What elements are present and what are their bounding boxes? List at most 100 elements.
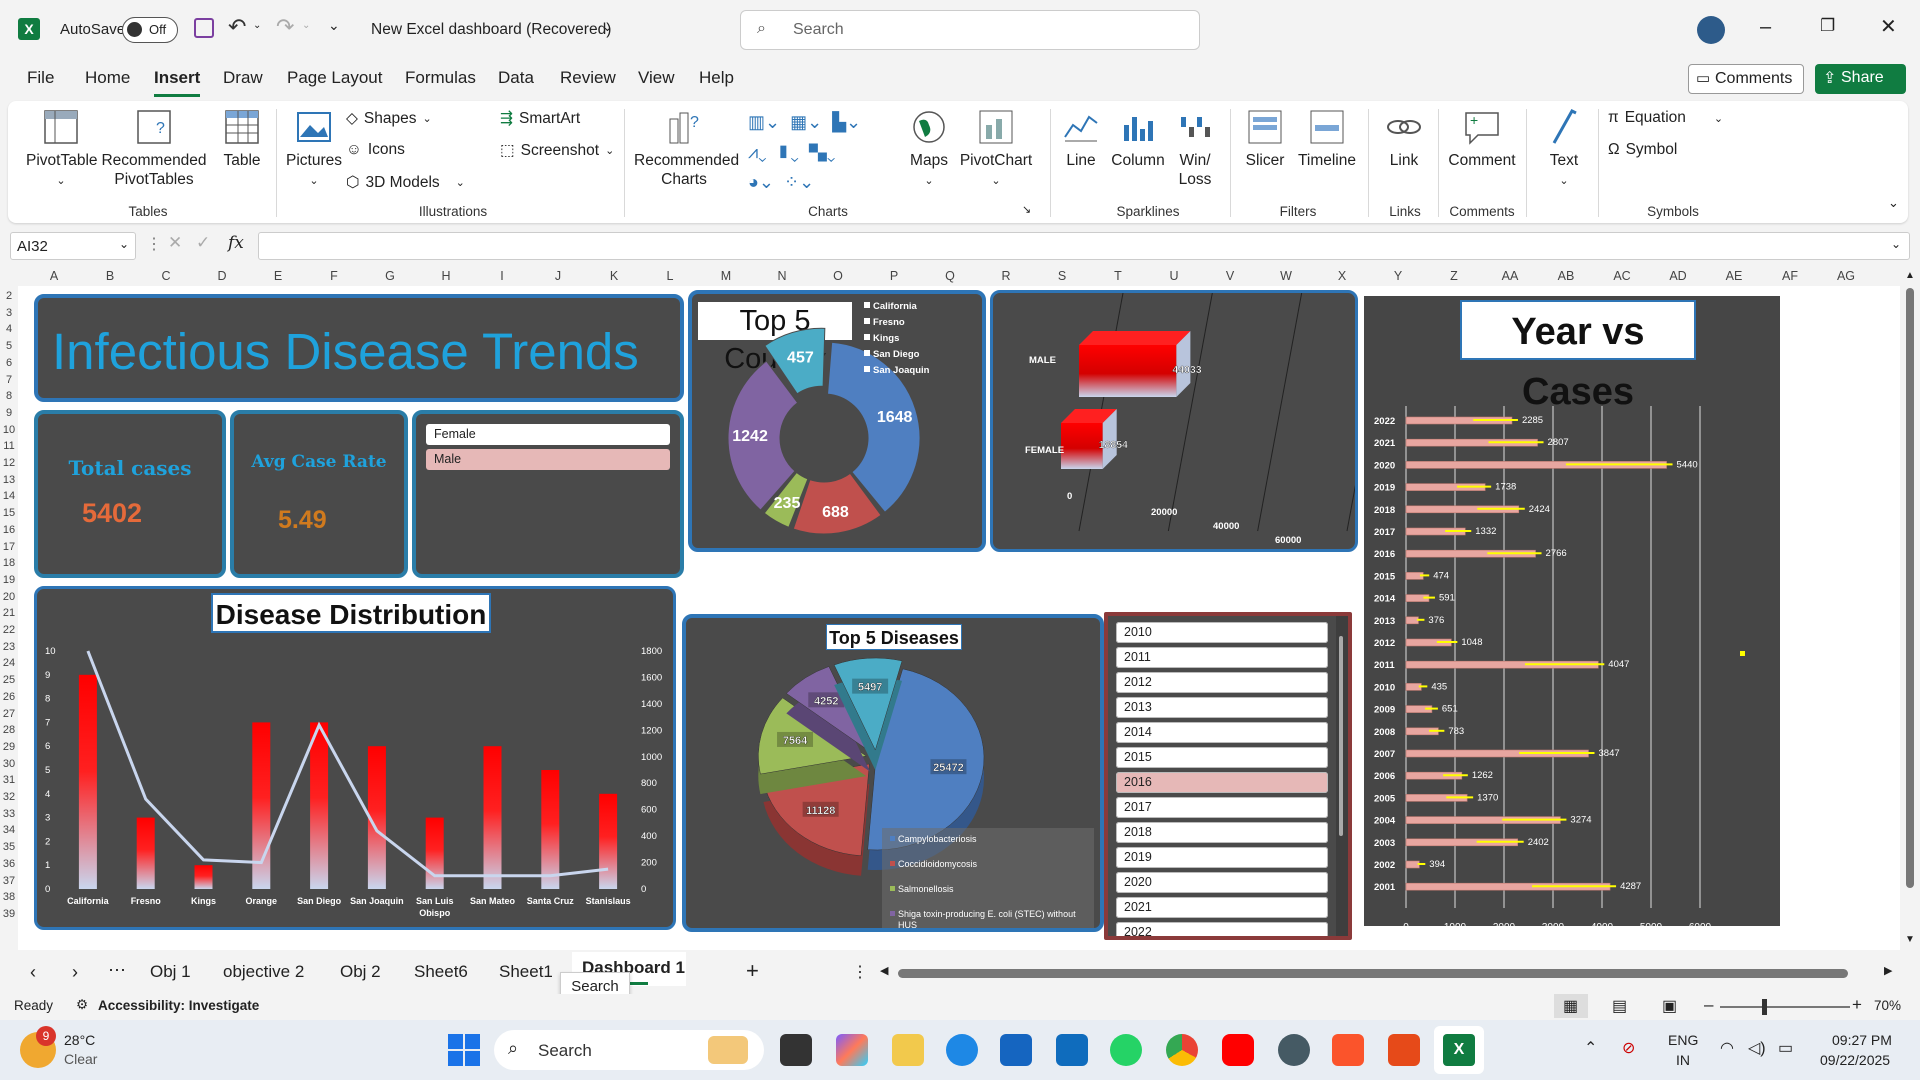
avatar[interactable]: [1697, 16, 1725, 44]
add-sheet-icon[interactable]: +: [746, 958, 759, 984]
zoom-in-icon[interactable]: +: [1852, 995, 1862, 1015]
column-header[interactable]: W: [1258, 266, 1314, 286]
sheet-tab-sheet6[interactable]: Sheet6: [414, 962, 468, 982]
row-header[interactable]: 39: [0, 908, 18, 920]
row-header[interactable]: 36: [0, 858, 18, 870]
pivotchart-button[interactable]: PivotChart ⌄: [958, 107, 1034, 191]
wifi-icon[interactable]: ◠: [1720, 1038, 1734, 1058]
store-icon[interactable]: [1000, 1034, 1032, 1066]
sheet-tab-obj2[interactable]: Obj 2: [340, 962, 381, 982]
name-box[interactable]: AI32 ⌄: [10, 232, 136, 260]
sparkline-winloss-button[interactable]: Win/ Loss: [1172, 107, 1218, 189]
outlook-icon[interactable]: [1056, 1034, 1088, 1066]
row-header[interactable]: 19: [0, 574, 18, 586]
row-header[interactable]: 14: [0, 490, 18, 502]
column-header[interactable]: AB: [1538, 266, 1594, 286]
equation-button[interactable]: π Equation ⌄: [1608, 109, 1723, 127]
vertical-scrollbar[interactable]: ▲ ▼: [1900, 266, 1920, 950]
row-header[interactable]: 8: [0, 390, 18, 402]
row-header[interactable]: 13: [0, 474, 18, 486]
text-button[interactable]: Text ⌄: [1536, 107, 1592, 191]
row-header[interactable]: 30: [0, 758, 18, 770]
office-icon[interactable]: [1388, 1034, 1420, 1066]
row-header[interactable]: 28: [0, 724, 18, 736]
row-header[interactable]: 5: [0, 340, 18, 352]
column-header[interactable]: L: [642, 266, 698, 286]
edge-icon[interactable]: [946, 1034, 978, 1066]
volume-icon[interactable]: ◁): [1748, 1038, 1766, 1058]
autosave-toggle[interactable]: Off: [122, 17, 178, 43]
tab-data[interactable]: Data: [498, 68, 534, 88]
column-header[interactable]: Z: [1426, 266, 1482, 286]
column-header[interactable]: AF: [1762, 266, 1818, 286]
insert-function-icon[interactable]: fx: [228, 233, 244, 253]
slicer-item-year[interactable]: 2014: [1116, 722, 1328, 743]
year-vs-cases-chart[interactable]: Year vs Cases 01000200030004000500060002…: [1364, 296, 1780, 926]
pivottable-button[interactable]: PivotTable ⌄: [26, 107, 98, 191]
top5-diseases-chart[interactable]: Top 5 Diseases 25472 11128 7564 4252 5497 Cam…: [682, 614, 1104, 932]
row-header[interactable]: 7: [0, 374, 18, 386]
column-header[interactable]: AA: [1482, 266, 1538, 286]
column-header[interactable]: AE: [1706, 266, 1762, 286]
recommended-pivottables-button[interactable]: ? Recommended PivotTables: [100, 107, 208, 189]
settings-icon[interactable]: [1278, 1034, 1310, 1066]
row-header[interactable]: 4: [0, 323, 18, 335]
column-header[interactable]: A: [26, 266, 82, 286]
page-layout-view-icon[interactable]: ▤: [1612, 996, 1627, 1016]
timeline-button[interactable]: Timeline: [1292, 107, 1362, 170]
chrome-icon[interactable]: [1166, 1034, 1198, 1066]
taskbar-search[interactable]: ⌕ Search: [494, 1030, 764, 1070]
recommended-charts-button[interactable]: ? Recommended Charts: [634, 107, 739, 189]
slicer-item-year[interactable]: 2019: [1116, 847, 1328, 868]
tab-view[interactable]: View: [638, 68, 675, 88]
row-header[interactable]: 10: [0, 424, 18, 436]
redo-dropdown-icon[interactable]: ⌄: [302, 20, 310, 31]
column-header[interactable]: D: [194, 266, 250, 286]
slicer-item-year[interactable]: 2010: [1116, 622, 1328, 643]
undo-icon[interactable]: ↶: [228, 14, 246, 40]
more-sheets-icon[interactable]: ⋯: [108, 960, 126, 981]
start-icon[interactable]: [448, 1034, 480, 1066]
column-header[interactable]: T: [1090, 266, 1146, 286]
comments-button[interactable]: ▭ Comments: [1688, 64, 1804, 94]
row-header[interactable]: 23: [0, 641, 18, 653]
copilot-icon[interactable]: [836, 1034, 868, 1066]
slicer-item-year[interactable]: 2016: [1116, 772, 1328, 793]
tab-options-icon[interactable]: ⋮: [852, 962, 868, 982]
column-header[interactable]: B: [82, 266, 138, 286]
slicer-item-year[interactable]: 2012: [1116, 672, 1328, 693]
column-header[interactable]: E: [250, 266, 306, 286]
row-header[interactable]: 38: [0, 891, 18, 903]
row-header[interactable]: 24: [0, 657, 18, 669]
file-explorer-icon[interactable]: [892, 1034, 924, 1066]
pictures-button[interactable]: Pictures ⌄: [284, 107, 344, 191]
row-header[interactable]: 31: [0, 774, 18, 786]
save-icon[interactable]: [194, 18, 214, 38]
tab-insert[interactable]: Insert: [154, 68, 200, 88]
excel-taskbar-button[interactable]: X: [1434, 1026, 1484, 1074]
task-view-icon[interactable]: [780, 1034, 812, 1066]
row-header[interactable]: 6: [0, 357, 18, 369]
row-header[interactable]: 29: [0, 741, 18, 753]
cancel-formula-icon[interactable]: ✕: [168, 233, 182, 253]
undo-dropdown-icon[interactable]: ⌄: [253, 20, 261, 31]
row-header[interactable]: 22: [0, 624, 18, 636]
link-button[interactable]: Link: [1376, 107, 1432, 170]
slicer-item-year[interactable]: 2015: [1116, 747, 1328, 768]
row-header[interactable]: 37: [0, 875, 18, 887]
column-header[interactable]: C: [138, 266, 194, 286]
row-header[interactable]: 27: [0, 708, 18, 720]
prev-sheet-icon[interactable]: ‹: [30, 962, 36, 983]
column-header[interactable]: U: [1146, 266, 1202, 286]
row-header[interactable]: 12: [0, 457, 18, 469]
row-header[interactable]: 11: [0, 440, 18, 452]
restore-icon[interactable]: ❐: [1820, 16, 1835, 36]
slicer-item-year[interactable]: 2021: [1116, 897, 1328, 918]
table-button[interactable]: Table: [214, 107, 270, 170]
column-header[interactable]: F: [306, 266, 362, 286]
share-button[interactable]: ⇪ Share: [1815, 64, 1906, 94]
column-header[interactable]: G: [362, 266, 418, 286]
whatsapp-icon[interactable]: [1110, 1034, 1142, 1066]
top5-country-chart[interactable]: Top 5 Country 16486882351242457 Californ…: [688, 290, 986, 552]
column-header[interactable]: Q: [922, 266, 978, 286]
